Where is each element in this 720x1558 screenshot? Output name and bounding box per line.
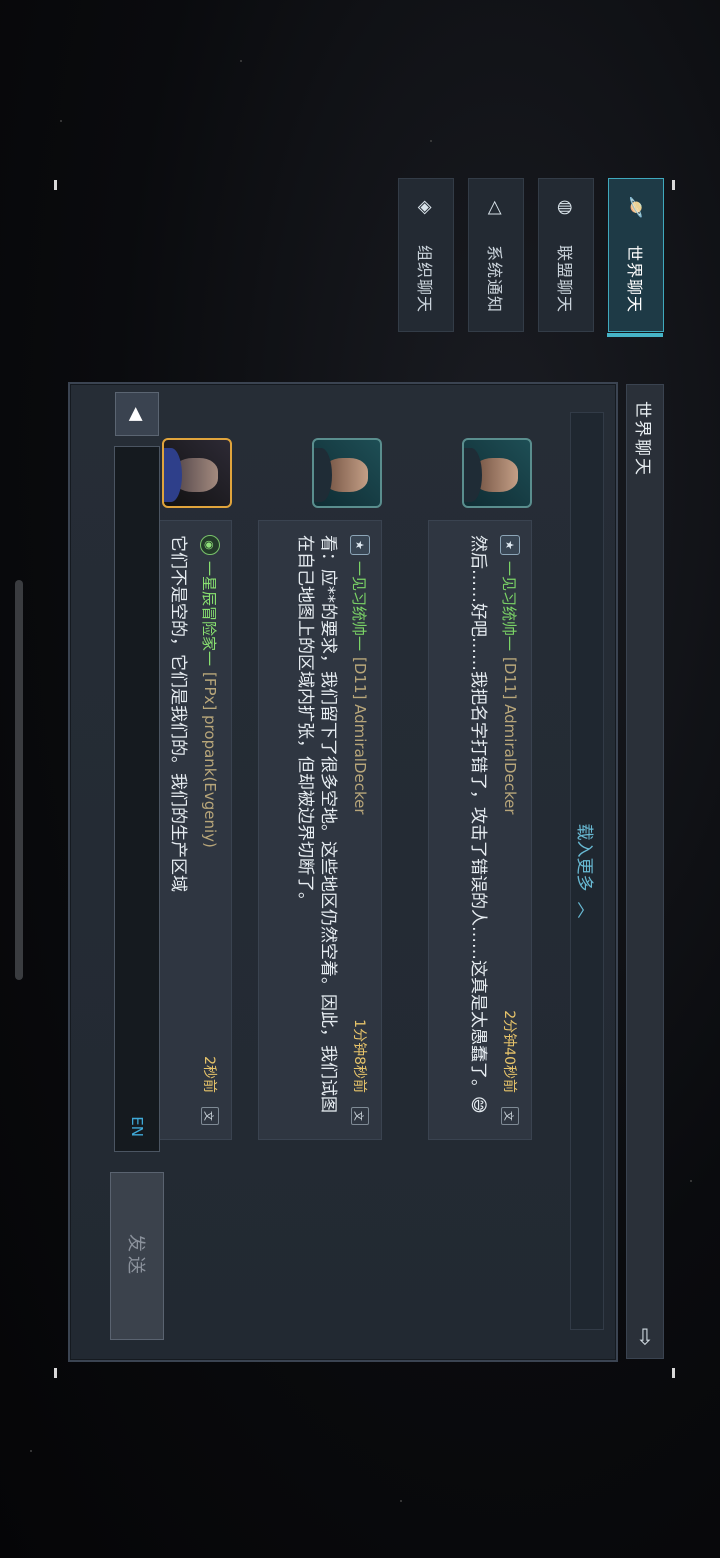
- player-name[interactable]: [FPx] propank(Evgeniy): [201, 672, 219, 848]
- send-button[interactable]: 发送: [110, 1172, 164, 1340]
- tab-label: 组织聊天: [415, 245, 434, 314]
- explorer-badge-icon: ◉: [200, 535, 220, 555]
- translate-icon[interactable]: 文: [501, 1107, 519, 1125]
- tab-label: 世界聊天: [625, 245, 644, 314]
- avatar[interactable]: [312, 438, 382, 508]
- avatar[interactable]: [162, 438, 232, 508]
- planet-icon: 🪐: [625, 196, 647, 220]
- speaker-icon: ◁: [485, 200, 507, 216]
- chat-panel: 载入更多 ︿ ★ 一见习统帅一 [D11] AdmiralDecker 2分钟4…: [68, 382, 618, 1362]
- chat-header: 世界聊天 ⇨: [626, 384, 664, 1359]
- message-text: 然后……好吧……我把名字打错了，攻击了错误的人……这真是太愚蠢了。😅: [468, 535, 488, 1114]
- enter-arrow-icon[interactable]: ⇨: [633, 1328, 658, 1346]
- tab-system-notice[interactable]: ◁ 系统通知: [468, 178, 524, 332]
- player-rank: 一见习统帅一: [500, 561, 519, 652]
- chat-screen: 🪐 世界聊天 ◍ 联盟聊天 ◁ 系统通知 ◈ 组织聊天 世界聊天 ⇨ 载入更多 …: [0, 0, 720, 1558]
- message-text: 看：应**的要求，我们留下了很多空地。这些地区仍然空着。因此，我们试图在自己地图…: [295, 535, 338, 1113]
- chat-input[interactable]: EN: [114, 446, 160, 1152]
- load-more-button[interactable]: 载入更多 ︿: [570, 412, 604, 1330]
- player-rank: 一星辰冒险家一: [200, 561, 219, 667]
- message-time: 1分钟8秒前: [351, 1019, 367, 1093]
- load-more-label: 载入更多: [574, 823, 595, 892]
- player-name[interactable]: [D11] AdmiralDecker: [351, 657, 369, 815]
- rank-badge-icon: ★: [350, 535, 370, 555]
- message-text: 它们不是空的，它们是我们的。我们的生产区域: [168, 535, 188, 892]
- chevron-up-icon: ︿: [574, 901, 595, 919]
- avatar[interactable]: [462, 438, 532, 508]
- tab-label: 联盟聊天: [555, 245, 574, 314]
- tab-world-chat[interactable]: 🪐 世界聊天: [608, 178, 664, 332]
- translate-icon[interactable]: 文: [201, 1107, 219, 1125]
- rank-badge-icon: ★: [500, 535, 520, 555]
- player-rank: 一见习统帅一: [350, 561, 369, 652]
- tab-organization-chat[interactable]: ◈ 组织聊天: [398, 178, 454, 332]
- input-language[interactable]: EN: [128, 1116, 146, 1137]
- translate-icon[interactable]: 文: [351, 1107, 369, 1125]
- page-title: 世界聊天: [632, 401, 653, 477]
- tab-label: 系统通知: [485, 245, 504, 314]
- message-bubble: ★ 一见习统帅一 [D11] AdmiralDecker 1分钟8秒前 文 看：…: [258, 520, 382, 1140]
- message-bubble: ★ 一见习统帅一 [D11] AdmiralDecker 2分钟40秒前 文 然…: [428, 520, 532, 1140]
- emoji-toggle-button[interactable]: ◀: [115, 392, 159, 436]
- message-time: 2分钟40秒前: [501, 1010, 517, 1093]
- message-bubble: ◉ 一星辰冒险家一 [FPx] propank(Evgeniy) 2秒前 文 它…: [148, 520, 232, 1140]
- send-label: 发送: [125, 1234, 146, 1278]
- player-name[interactable]: [D11] AdmiralDecker: [501, 657, 519, 815]
- message-time: 2秒前: [201, 1056, 217, 1093]
- triangle-emote-icon: ◀: [126, 407, 148, 421]
- tab-alliance-chat[interactable]: ◍ 联盟聊天: [538, 178, 594, 332]
- diamond-link-icon: ◈: [415, 200, 437, 216]
- globe-icon: ◍: [555, 199, 577, 217]
